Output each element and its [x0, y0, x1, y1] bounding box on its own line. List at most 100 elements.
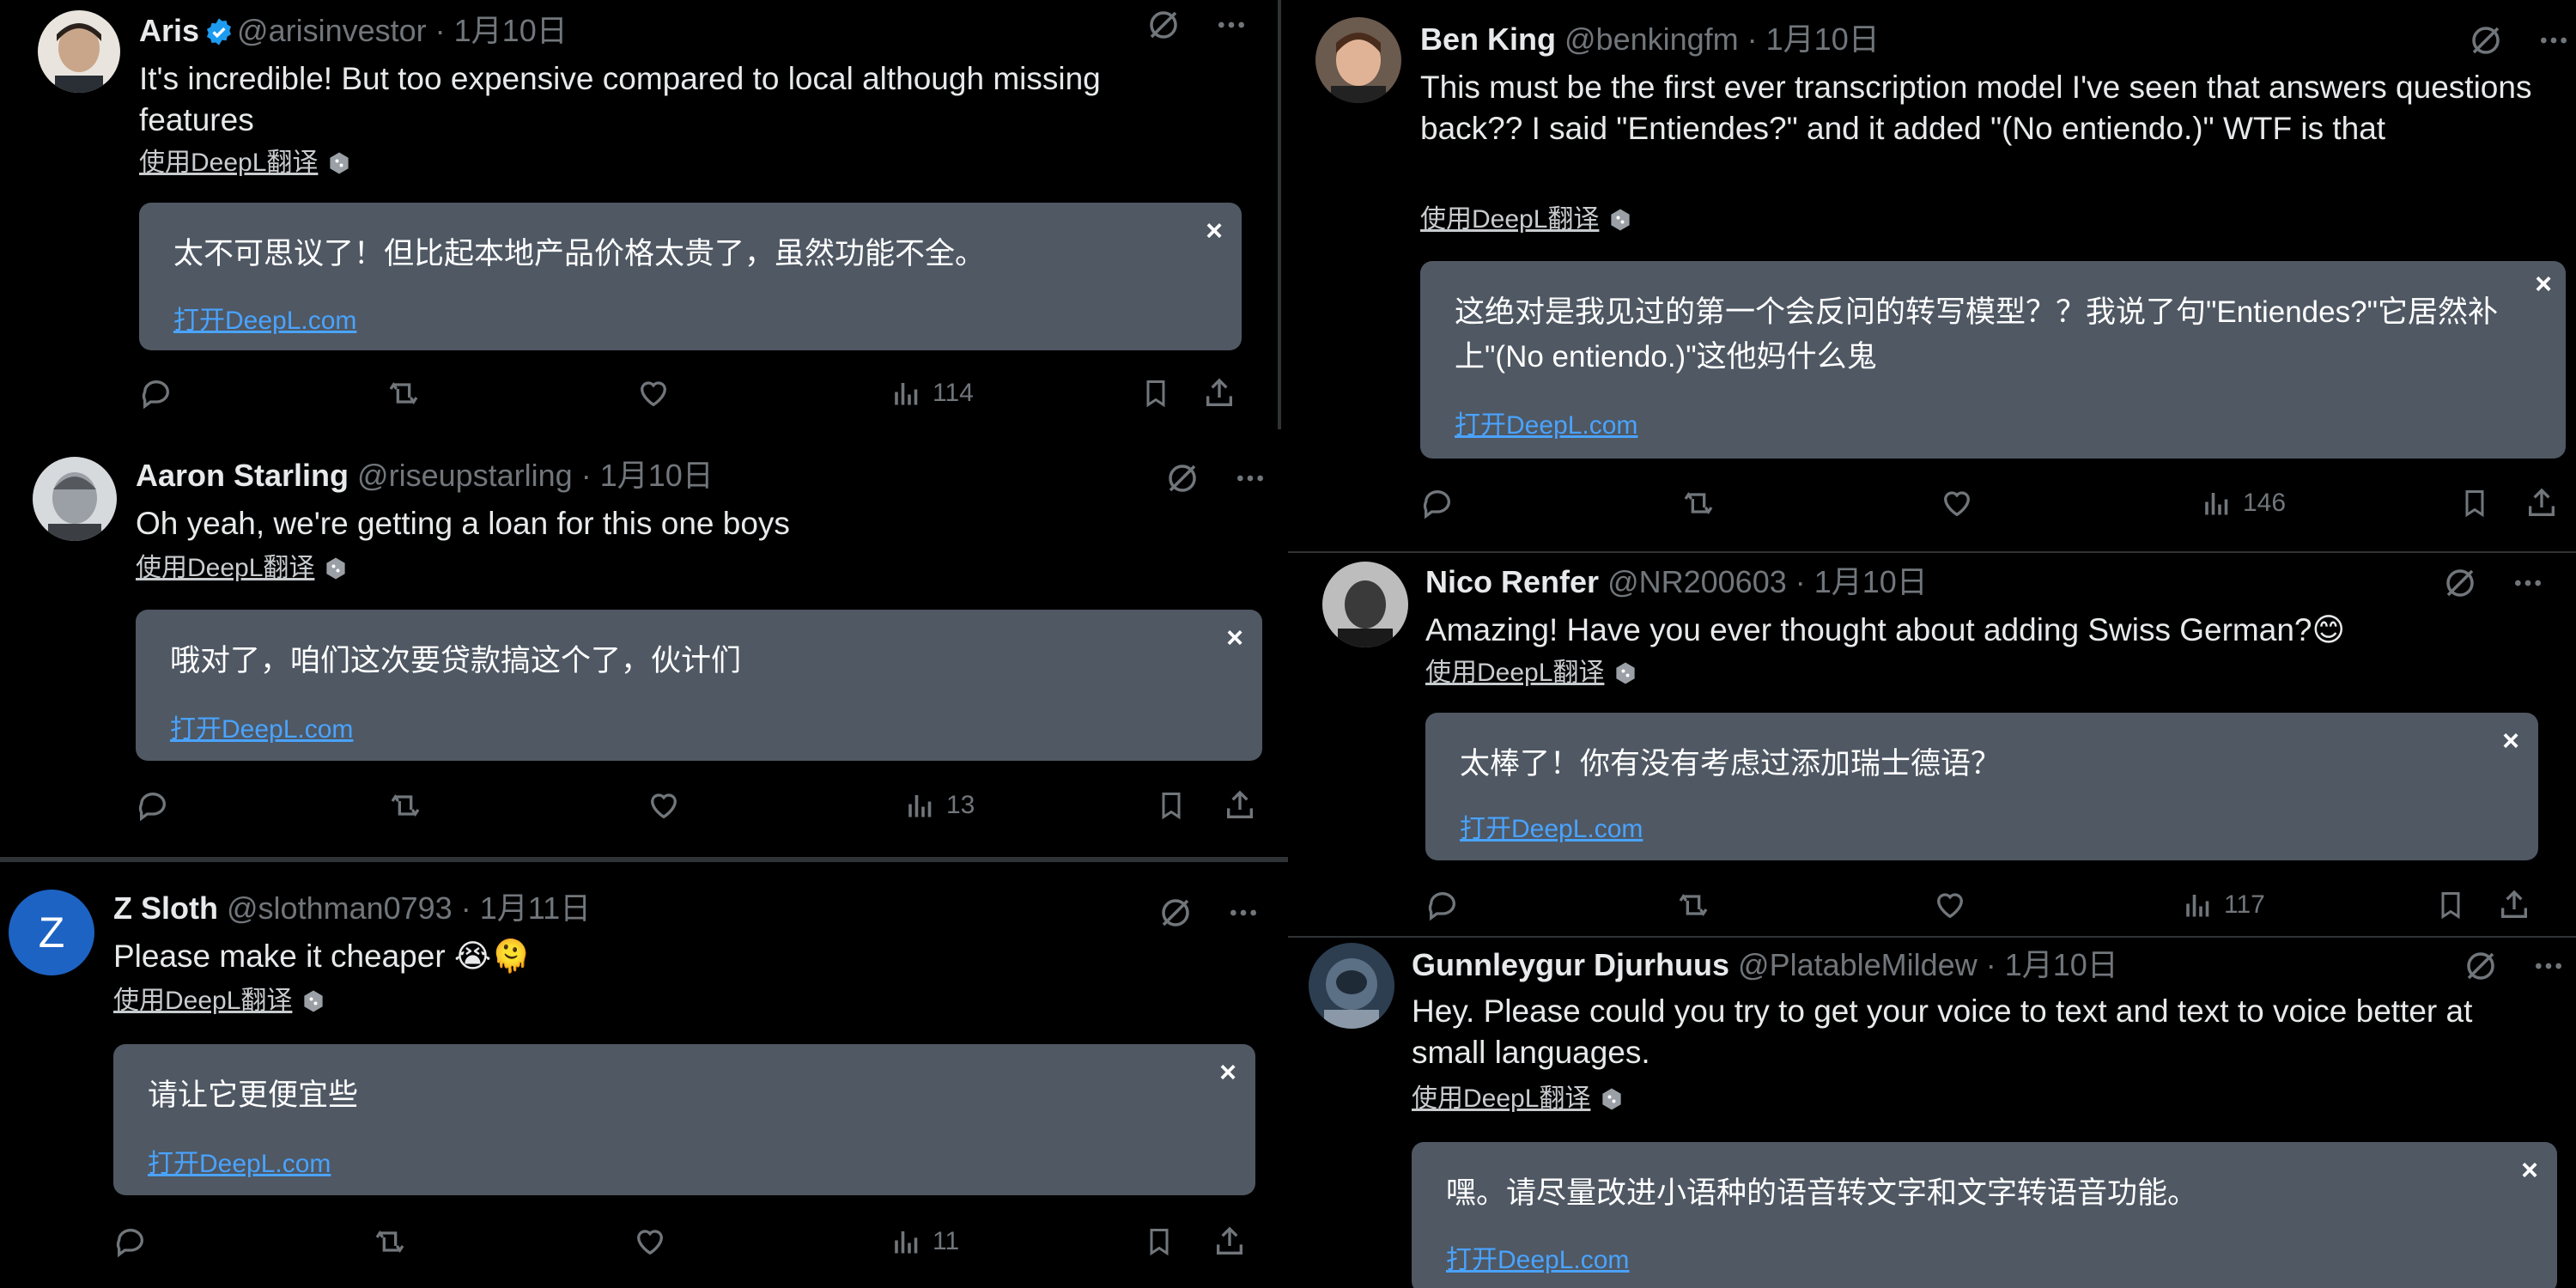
display-name[interactable]: Z Sloth: [113, 890, 218, 926]
repost-icon: [1684, 491, 1713, 515]
column-divider: [1278, 0, 1281, 429]
more-options-icon[interactable]: [2531, 949, 2566, 983]
views-button[interactable]: 11: [891, 1224, 959, 1259]
deepl-translate-button[interactable]: 使用DeepL翻译: [1412, 1082, 1625, 1116]
bookmark-button[interactable]: [1140, 376, 1171, 410]
repost-button[interactable]: [371, 1224, 409, 1259]
close-icon[interactable]: ×: [1219, 1056, 1236, 1090]
tweet-card[interactable]: Aaron Starling @riseupstarling · 1月10日 O…: [0, 431, 1285, 857]
like-button[interactable]: [635, 376, 671, 410]
tweet-card[interactable]: Nico Renfer @NR200603 · 1月10日 Amazing! H…: [1288, 555, 2576, 936]
display-name[interactable]: Gunnleygur Djurhuus: [1412, 947, 1729, 982]
tweet-date[interactable]: · 1月10日: [581, 458, 714, 493]
deepl-translate-button[interactable]: 使用DeepL翻译: [1420, 203, 1633, 237]
repost-button[interactable]: [385, 376, 422, 410]
close-icon[interactable]: ×: [2502, 725, 2519, 758]
share-button[interactable]: [1202, 376, 1236, 410]
tweet-date[interactable]: · 1月11日: [461, 890, 591, 926]
more-options-icon[interactable]: [2537, 23, 2571, 58]
heart-icon: [650, 793, 677, 819]
translation-box: 太不可思议了！但比起本地产品价格太贵了，虽然功能不全。 打开DeepL.com …: [139, 203, 1242, 350]
user-handle[interactable]: @arisinvestor: [237, 13, 427, 48]
user-handle[interactable]: @riseupstarling: [357, 458, 573, 493]
views-button[interactable]: 117: [2183, 888, 2265, 922]
avatar[interactable]: [1315, 17, 1401, 103]
display-name[interactable]: Aris: [139, 13, 199, 48]
grok-icon[interactable]: [2442, 565, 2478, 601]
open-deepl-link[interactable]: 打开DeepL.com: [173, 299, 356, 337]
deepl-icon: [1611, 209, 1631, 231]
display-name[interactable]: Aaron Starling: [136, 458, 349, 493]
display-name[interactable]: Ben King: [1420, 21, 1556, 57]
like-button[interactable]: [632, 1224, 668, 1259]
reply-button[interactable]: [1425, 888, 1460, 922]
like-button[interactable]: [1939, 486, 1975, 520]
views-button[interactable]: 13: [905, 788, 975, 823]
tweet-divider: [1288, 551, 2576, 553]
reply-button[interactable]: [113, 1224, 148, 1259]
deepl-translate-button[interactable]: 使用DeepL翻译: [136, 551, 349, 586]
repost-button[interactable]: [386, 788, 424, 823]
bookmark-button[interactable]: [1144, 1224, 1175, 1259]
deepl-translate-button[interactable]: 使用DeepL翻译: [1425, 656, 1638, 690]
deepl-translate-button[interactable]: 使用DeepL翻译: [139, 146, 352, 180]
close-icon[interactable]: ×: [2535, 268, 2552, 301]
tweet-card[interactable]: Ben King @benkingfm · 1月10日 This must be…: [1288, 0, 2576, 550]
user-handle[interactable]: @PlatableMildew: [1738, 947, 1978, 982]
tweet-card[interactable]: Aris @arisinvestor · 1月10日 It's incredibl…: [0, 0, 1278, 428]
open-deepl-link[interactable]: 打开DeepL.com: [148, 1142, 331, 1180]
tweet-date[interactable]: · 1月10日: [1795, 564, 1928, 599]
user-handle[interactable]: @benkingfm: [1564, 21, 1739, 57]
views-button[interactable]: 146: [2202, 486, 2286, 520]
close-icon[interactable]: ×: [2521, 1154, 2538, 1188]
user-handle[interactable]: @slothman0793: [227, 890, 453, 926]
open-deepl-link[interactable]: 打开DeepL.com: [1446, 1238, 1629, 1276]
bookmark-button[interactable]: [1156, 788, 1187, 823]
tweet-date[interactable]: · 1月10日: [1986, 947, 2118, 982]
deepl-translate-button[interactable]: 使用DeepL翻译: [113, 984, 326, 1018]
more-options-icon[interactable]: [1214, 8, 1249, 42]
display-name[interactable]: Nico Renfer: [1425, 564, 1599, 599]
tweet-date[interactable]: · 1月10日: [435, 13, 568, 48]
grok-icon[interactable]: [2468, 22, 2504, 58]
like-button[interactable]: [1932, 888, 1968, 922]
share-button[interactable]: [1223, 788, 1257, 823]
more-options-icon[interactable]: [1233, 461, 1267, 495]
bookmark-button[interactable]: [2459, 486, 2490, 520]
more-options-icon[interactable]: [2511, 566, 2545, 600]
bookmark-button[interactable]: [2435, 888, 2466, 922]
tweet-card[interactable]: Z Z Sloth @slothman0793 · 1月11日 Please m…: [0, 864, 1288, 1288]
more-options-icon[interactable]: [1226, 896, 1261, 930]
grok-icon[interactable]: [1164, 460, 1200, 496]
avatar[interactable]: [1322, 562, 1408, 647]
verified-badge-icon: [207, 18, 232, 46]
close-icon[interactable]: ×: [1226, 622, 1243, 655]
avatar[interactable]: [38, 10, 120, 93]
user-handle[interactable]: @NR200603: [1607, 564, 1787, 599]
share-button[interactable]: [2497, 888, 2531, 922]
repost-button[interactable]: [1674, 888, 1712, 922]
repost-button[interactable]: [1680, 486, 1717, 520]
like-button[interactable]: [646, 788, 682, 823]
grok-icon[interactable]: [1157, 895, 1194, 931]
avatar[interactable]: Z: [9, 890, 94, 975]
tweet-card[interactable]: Gunnleygur Djurhuus @PlatableMildew · 1月…: [1288, 939, 2576, 1288]
grok-icon[interactable]: [2463, 948, 2499, 984]
open-deepl-link[interactable]: 打开DeepL.com: [170, 708, 353, 745]
reply-button[interactable]: [139, 376, 173, 410]
avatar[interactable]: [33, 457, 117, 541]
open-deepl-link[interactable]: 打开DeepL.com: [1455, 404, 1637, 441]
open-deepl-link[interactable]: 打开DeepL.com: [1460, 807, 1643, 845]
close-icon[interactable]: ×: [1206, 215, 1223, 248]
reply-button[interactable]: [136, 788, 170, 823]
tweet-header: Ben King @benkingfm · 1月10日: [1420, 21, 1880, 58]
share-button[interactable]: [2524, 486, 2559, 520]
views-button[interactable]: 114: [891, 376, 974, 410]
share-icon: [1217, 1226, 1242, 1255]
reply-button[interactable]: [1420, 486, 1455, 520]
tweet-date[interactable]: · 1月10日: [1747, 21, 1880, 57]
share-button[interactable]: [1212, 1224, 1247, 1259]
avatar[interactable]: [1309, 943, 1394, 1029]
deepl-icon: [326, 557, 346, 580]
grok-icon[interactable]: [1145, 7, 1182, 43]
